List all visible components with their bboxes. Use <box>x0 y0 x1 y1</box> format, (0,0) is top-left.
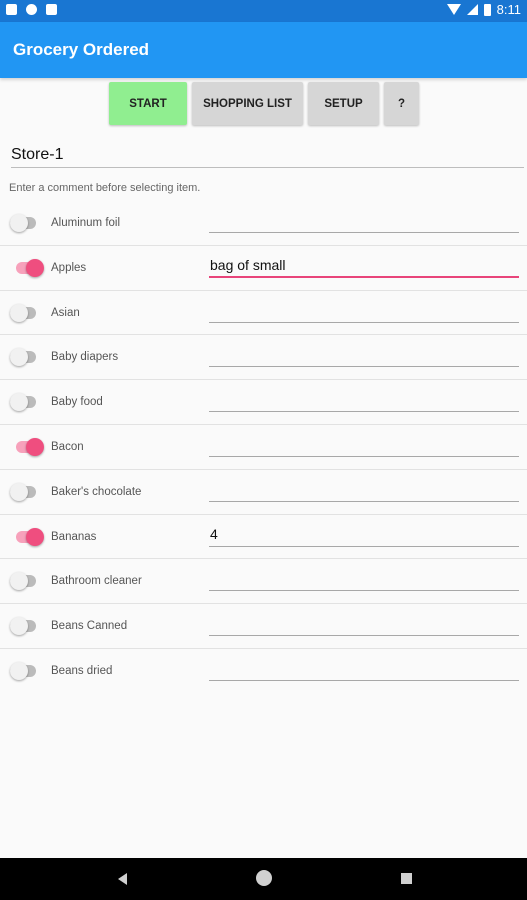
item-label: Bathroom cleaner <box>51 575 142 588</box>
status-left-icons <box>6 4 57 15</box>
item-label: Asian <box>51 306 80 319</box>
item-toggle[interactable] <box>10 393 40 412</box>
item-row: Baker's chocolate <box>0 470 527 515</box>
help-button[interactable]: ? <box>384 82 419 125</box>
item-comment-field[interactable] <box>209 391 519 413</box>
store-name-field[interactable]: Store-1 <box>11 142 524 168</box>
item-row: Beans Canned <box>0 604 527 649</box>
toolbar: START SHOPPING LIST SETUP ? <box>0 82 527 125</box>
recent-apps-icon[interactable] <box>401 873 412 884</box>
item-label: Beans dried <box>51 664 113 677</box>
wifi-icon <box>446 4 461 15</box>
back-icon[interactable] <box>118 873 127 885</box>
item-label: Bananas <box>51 530 97 543</box>
item-comment-field[interactable]: bag of small <box>209 257 519 278</box>
item-row: Apples bag of small <box>0 246 527 291</box>
item-toggle[interactable] <box>10 214 40 232</box>
notification-icon <box>6 4 17 15</box>
item-row: Bananas 4 <box>0 515 527 560</box>
item-comment-field[interactable] <box>209 212 519 233</box>
start-button[interactable]: START <box>109 82 187 125</box>
shopping-list-button[interactable]: SHOPPING LIST <box>192 82 303 125</box>
status-time: 8:11 <box>496 2 521 17</box>
item-toggle[interactable] <box>10 258 44 277</box>
item-label: Bacon <box>51 440 84 453</box>
item-label: Baby food <box>51 396 103 409</box>
item-list: Aluminum foil Apples bag of small Asian … <box>0 201 527 694</box>
battery-icon <box>483 3 491 16</box>
item-row: Baby food <box>0 380 527 425</box>
item-comment-field[interactable] <box>209 660 519 681</box>
item-row: Bacon <box>0 425 527 470</box>
sync-icon <box>26 4 37 15</box>
item-comment-field[interactable] <box>209 570 519 592</box>
item-toggle[interactable] <box>10 617 40 636</box>
item-label: Aluminum foil <box>51 217 121 229</box>
item-toggle[interactable] <box>10 527 44 546</box>
app-bar: Grocery Ordered <box>0 22 527 78</box>
item-comment-field[interactable] <box>209 302 519 323</box>
item-row: Baby diapers <box>0 335 527 381</box>
item-comment-field[interactable]: 4 <box>209 526 519 547</box>
item-toggle[interactable] <box>10 482 40 501</box>
item-toggle[interactable] <box>10 437 44 456</box>
item-toggle[interactable] <box>10 348 40 367</box>
item-toggle[interactable] <box>10 303 40 322</box>
item-label: Baker's chocolate <box>51 485 142 498</box>
item-row: Beans dried <box>0 649 527 694</box>
item-row: Bathroom cleaner <box>0 559 527 605</box>
sd-card-icon <box>46 4 57 15</box>
item-toggle[interactable] <box>10 661 40 680</box>
item-comment-field[interactable] <box>209 481 519 502</box>
item-row: Asian <box>0 291 527 336</box>
item-toggle[interactable] <box>10 572 40 591</box>
item-comment-field[interactable] <box>209 615 519 637</box>
item-label: Baby diapers <box>51 351 119 364</box>
item-comment-field[interactable] <box>209 436 519 457</box>
item-label: Apples <box>51 261 87 274</box>
app-title: Grocery Ordered <box>13 40 150 59</box>
setup-button[interactable]: SETUP <box>308 82 379 125</box>
home-icon[interactable] <box>256 870 272 886</box>
status-bar: 8:11 <box>0 0 527 22</box>
item-comment-field[interactable] <box>209 346 519 368</box>
signal-icon <box>466 4 478 15</box>
item-row: Aluminum foil <box>0 201 527 246</box>
system-nav-bar <box>0 858 527 900</box>
status-right: 8:11 <box>446 2 521 17</box>
item-label: Beans Canned <box>51 620 128 633</box>
comment-hint: Enter a comment before selecting item. <box>9 182 201 194</box>
